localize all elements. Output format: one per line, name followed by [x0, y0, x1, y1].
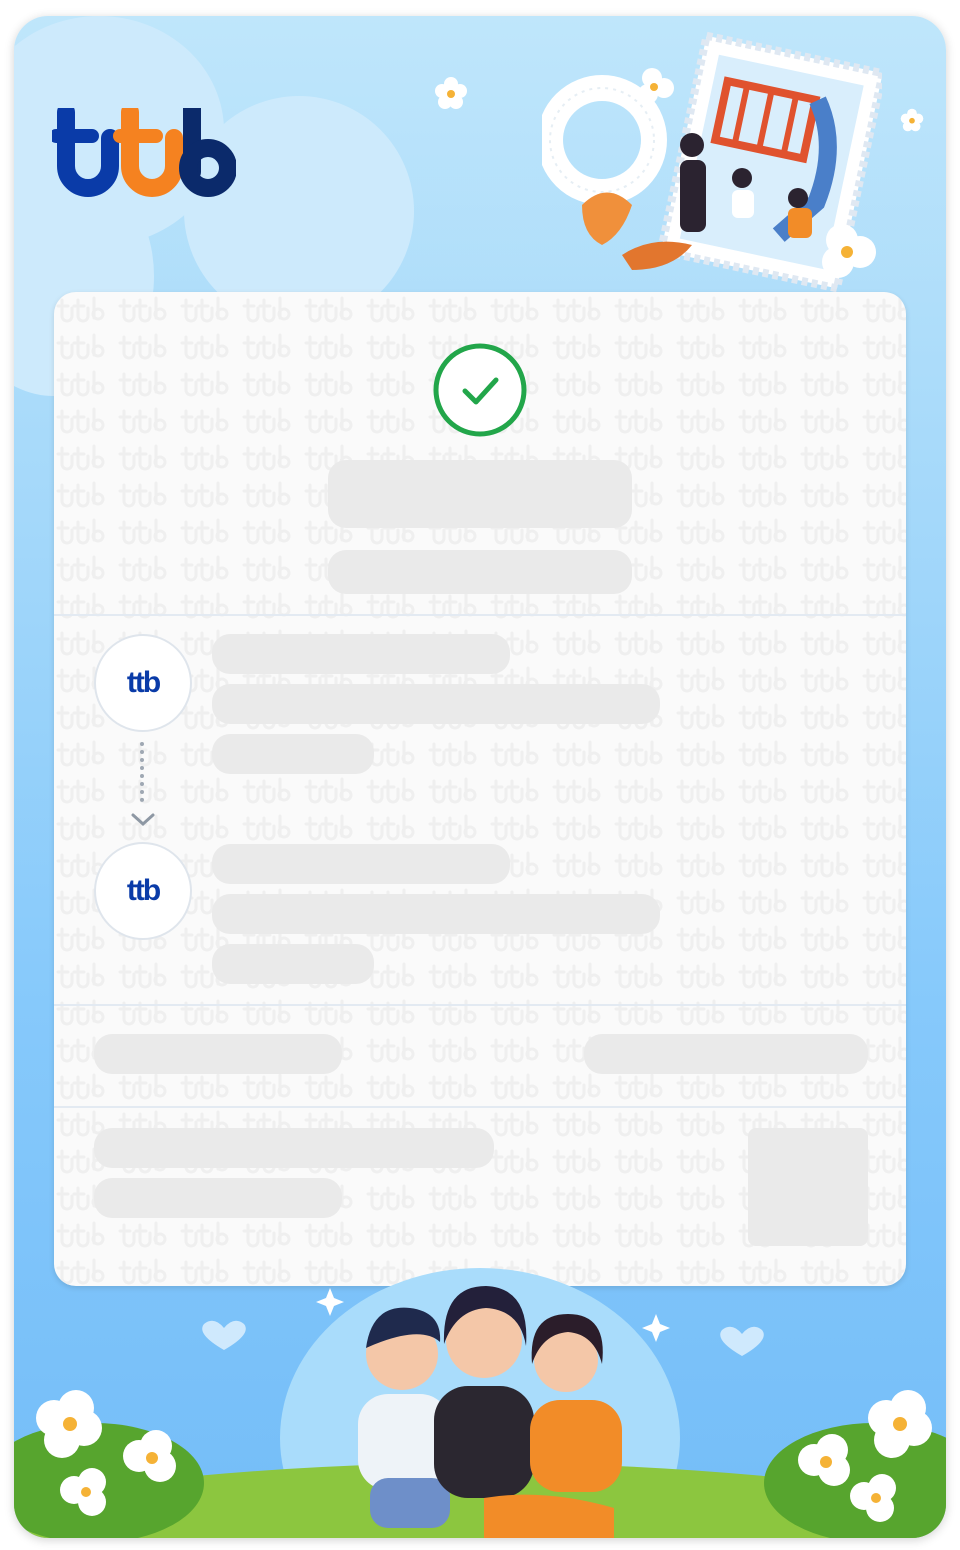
- sender-bank-placeholder: [212, 684, 660, 724]
- receiver-account-placeholder: [212, 944, 374, 984]
- parties-section: ttb ttb: [54, 614, 906, 1006]
- status-title-placeholder: [328, 460, 632, 528]
- receiver-avatar: ttb: [94, 842, 192, 940]
- amount-section: [54, 1004, 906, 1108]
- sender-avatar: ttb: [94, 634, 192, 732]
- qr-code-placeholder: [748, 1128, 868, 1246]
- bank-logo-text: ttb: [126, 666, 161, 699]
- reference-label-placeholder: [94, 1128, 494, 1168]
- datetime-placeholder: [328, 550, 632, 594]
- status-section: [54, 292, 906, 616]
- reference-value-placeholder: [94, 1178, 342, 1218]
- sender-name-placeholder: [212, 634, 510, 674]
- transfer-slip-card: ttb ttb: [14, 16, 946, 1538]
- family-jasmine-garden-illustration: [14, 1268, 946, 1538]
- sender-account-placeholder: [212, 734, 374, 774]
- transaction-slip: ttb ttb: [54, 292, 906, 1286]
- family-playground-stamp-illustration: [537, 30, 888, 305]
- ttb-logo: [52, 108, 236, 197]
- bank-logo-text: ttb: [126, 874, 161, 907]
- receiver-name-placeholder: [212, 844, 510, 884]
- chevron-down-icon: [131, 813, 155, 827]
- amount-value-placeholder: [584, 1034, 868, 1074]
- reference-section: [54, 1106, 906, 1286]
- receiver-bank-placeholder: [212, 894, 660, 934]
- check-circle-icon: [433, 343, 527, 437]
- flower-icon: [900, 108, 924, 132]
- connector-dots: [140, 742, 148, 802]
- amount-label-placeholder: [94, 1034, 342, 1074]
- flower-icon: [435, 77, 467, 109]
